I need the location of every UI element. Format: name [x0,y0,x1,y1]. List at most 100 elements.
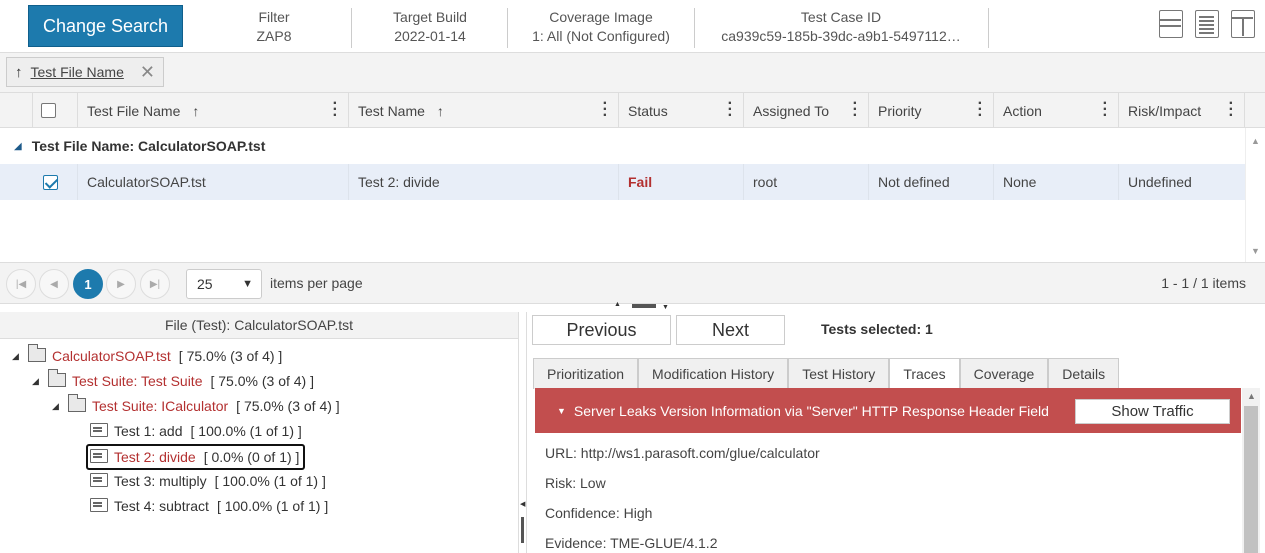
column-menu-icon[interactable]: · · · [978,96,983,124]
horizontal-splitter[interactable]: ▲ ▼ [0,301,1265,312]
column-menu-icon[interactable]: · · · [1103,96,1108,124]
tree-node-stat: [ 100.0% (1 of 1) ] [214,473,326,489]
group-chip[interactable]: ↑ Test File Name ✕ [6,57,164,87]
trace-risk: Risk: Low [545,475,606,491]
test-case-id-info: Test Case ID ca939c59-185b-39dc-a9b1-549… [700,8,982,48]
column-header-risk-impact[interactable]: Risk/Impact · · · [1119,93,1245,128]
previous-button[interactable]: Previous [532,315,671,345]
last-page-icon[interactable]: ▶| [140,269,170,299]
cell-action: None [994,164,1119,200]
group-chip-label[interactable]: Test File Name [31,64,124,80]
column-header-test-file-name[interactable]: Test File Name ↑ · · · [78,93,349,128]
close-icon[interactable]: ✕ [140,62,155,83]
column-menu-icon[interactable]: · · · [603,96,608,124]
tree-node-test[interactable]: Test 1: add [ 100.0% (1 of 1) ] [90,420,302,442]
column-header-test-name[interactable]: Test Name ↑ · · · [349,93,619,128]
trace-evidence: Evidence: TME-GLUE/4.1.2 [545,535,718,551]
scroll-down-icon[interactable]: ▼ [1251,246,1260,256]
page-size-value: 25 [197,276,213,292]
column-menu-icon[interactable]: · · · [853,96,858,124]
chevron-down-icon: ▼ [242,278,253,290]
tab-test-history[interactable]: Test History [788,358,890,389]
filter-info: Filter ZAP8 [220,8,328,48]
scroll-up-icon[interactable]: ▲ [1251,136,1260,146]
folder-icon [68,394,86,414]
tree-node-stat: [ 100.0% (1 of 1) ] [190,423,302,439]
detail-scrollbar[interactable]: ▲ [1242,388,1260,553]
tree-node-test[interactable]: Test 3: multiply [ 100.0% (1 of 1) ] [90,470,326,492]
scrollbar-thumb[interactable] [1244,406,1258,553]
expand-triangle-icon[interactable]: ◢ [12,351,28,362]
row-select-cell [33,164,78,200]
tree-node-suite[interactable]: ◢ Test Suite: Test Suite [ 75.0% (3 of 4… [32,369,314,392]
expand-triangle-icon[interactable]: ◢ [32,376,48,387]
page-size-select[interactable]: 25 ▼ [186,269,262,299]
tab-prioritization[interactable]: Prioritization [533,358,639,389]
column-menu-icon[interactable]: · · · [333,96,338,124]
splitter-down-icon[interactable]: ▼ [662,304,669,311]
page-button-current[interactable]: 1 [73,269,103,299]
tab-modification-history[interactable]: Modification History [638,358,789,389]
cell-test-file-name: CalculatorSOAP.tst [78,164,349,200]
next-button[interactable]: Next [676,315,785,345]
column-header-status[interactable]: Status · · · [619,93,744,128]
expand-triangle-icon[interactable]: ◢ [52,401,68,412]
header-divider [351,8,352,48]
select-all-checkbox[interactable] [41,103,56,118]
test-tree-panel: File (Test): CalculatorSOAP.tst ◢ Calcul… [0,312,518,553]
change-search-button[interactable]: Change Search [28,5,183,47]
coverage-image-info: Coverage Image 1: All (Not Configured) [515,8,687,48]
test-icon [90,473,108,489]
column-header-action[interactable]: Action · · · [994,93,1119,128]
grid-header-spacer [0,93,33,128]
test-icon [90,498,108,514]
tree-node-file[interactable]: ◢ CalculatorSOAP.tst [ 75.0% (3 of 4) ] [12,344,282,367]
layout-vertical-split-icon[interactable] [1231,10,1255,38]
tree-node-test[interactable]: Test 4: subtract [ 100.0% (1 of 1) ] [90,495,328,517]
splitter-up-icon[interactable]: ▲ [614,301,621,308]
layout-switcher [1159,10,1255,38]
filter-label: Filter [258,9,290,25]
test-icon [90,449,108,465]
table-row[interactable]: CalculatorSOAP.tst Test 2: divide Fail r… [0,164,1245,200]
tests-selected-count: Tests selected: 1 [821,321,933,337]
cell-test-name: Test 2: divide [349,164,619,200]
trace-url: URL: http://ws1.parasoft.com/glue/calcul… [545,445,820,461]
layout-horizontal-split-icon[interactable] [1159,10,1183,38]
prev-page-icon[interactable]: ◀ [39,269,69,299]
per-page-label: items per page [270,275,363,291]
pager-summary: 1 - 1 / 1 items [1161,275,1246,291]
collapse-triangle-icon[interactable]: ▼ [557,406,566,416]
header-divider [988,8,989,48]
detail-panel: Previous Next Tests selected: 1 Prioriti… [527,312,1265,553]
scroll-up-icon[interactable]: ▲ [1247,391,1256,401]
next-page-icon[interactable]: ▶ [106,269,136,299]
splitter-grip[interactable] [521,517,524,543]
splitter-left-icon[interactable]: ◀ [520,500,525,508]
grid-scrollbar[interactable]: ▲ ▼ [1245,128,1265,262]
test-case-id-label: Test Case ID [800,9,882,25]
file-package-icon [28,344,46,364]
show-traffic-button[interactable]: Show Traffic [1075,399,1230,424]
group-header-row[interactable]: ◢ Test File Name: CalculatorSOAP.tst [0,128,1245,164]
row-checkbox[interactable] [43,174,58,190]
tab-details[interactable]: Details [1048,358,1120,389]
column-label: Assigned To [753,102,830,119]
tree-node-suite[interactable]: ◢ Test Suite: ICalculator [ 75.0% (3 of … [52,394,340,417]
tree-node-test-selected[interactable]: Test 2: divide [ 0.0% (0 of 1) ] [86,444,306,470]
column-menu-icon[interactable]: · · · [728,96,733,124]
column-menu-icon[interactable]: · · · [1229,96,1234,124]
first-page-icon[interactable]: |◀ [6,269,36,299]
tab-coverage[interactable]: Coverage [959,358,1049,389]
splitter-grip[interactable] [632,304,656,308]
layout-list-icon[interactable] [1195,10,1219,38]
cell-priority: Not defined [869,164,994,200]
vertical-splitter[interactable]: ◀ [518,312,527,553]
column-header-assigned-to[interactable]: Assigned To · · · [744,93,869,128]
trace-alert-header[interactable]: ▼ Server Leaks Version Information via "… [535,388,1241,433]
target-build-value: 2022-01-14 [394,28,466,44]
column-header-priority[interactable]: Priority · · · [869,93,994,128]
collapse-triangle-icon[interactable]: ◢ [14,141,22,152]
tab-traces[interactable]: Traces [889,358,960,389]
cell-risk-impact: Undefined [1128,174,1192,190]
